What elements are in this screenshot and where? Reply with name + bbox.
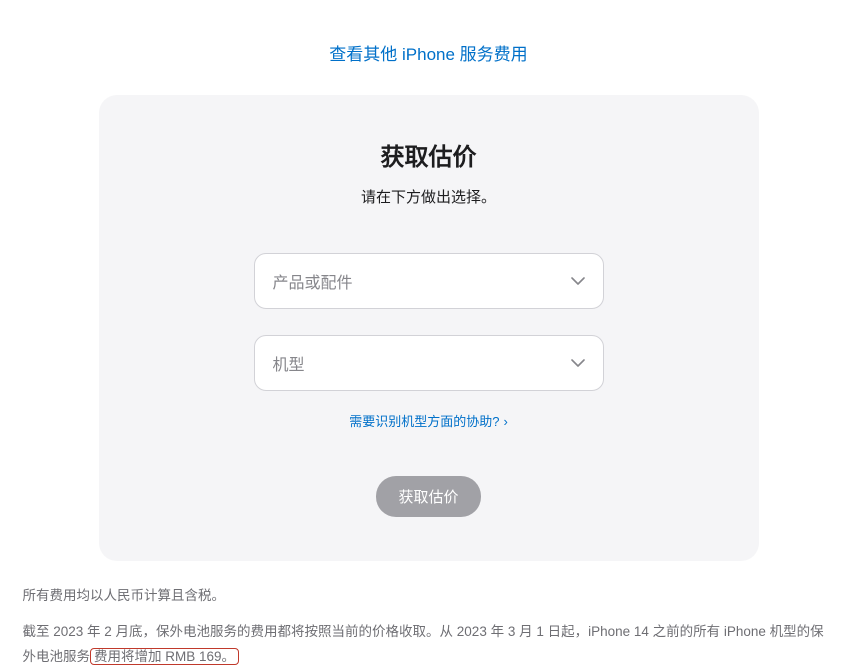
product-select-placeholder: 产品或配件 xyxy=(273,269,353,293)
chevron-right-icon: › xyxy=(503,414,507,429)
footnote-line-1: 所有费用均以人民币计算且含税。 xyxy=(23,583,835,609)
other-service-fees-link[interactable]: 查看其他 iPhone 服务费用 xyxy=(329,45,527,64)
estimate-card: 获取估价 请在下方做出选择。 产品或配件 机型 需要识别机型方面的协助? › 获取… xyxy=(99,95,759,561)
footnote-section: 所有费用均以人民币计算且含税。 截至 2023 年 2 月底，保外电池服务的费用… xyxy=(13,583,845,670)
model-select-placeholder: 机型 xyxy=(273,351,305,375)
footnote-line-2: 截至 2023 年 2 月底，保外电池服务的费用都将按照当前的价格收取。从 20… xyxy=(23,619,835,670)
card-title: 获取估价 xyxy=(139,137,719,172)
product-select[interactable]: 产品或配件 xyxy=(254,253,604,309)
model-select[interactable]: 机型 xyxy=(254,335,604,391)
chevron-down-icon xyxy=(571,277,585,285)
chevron-down-icon xyxy=(571,359,585,367)
help-link-label: 需要识别机型方面的协助? xyxy=(349,414,499,429)
get-estimate-button[interactable]: 获取估价 xyxy=(376,476,480,517)
identify-model-help-link[interactable]: 需要识别机型方面的协助? › xyxy=(349,414,508,429)
card-subtitle: 请在下方做出选择。 xyxy=(139,186,719,207)
